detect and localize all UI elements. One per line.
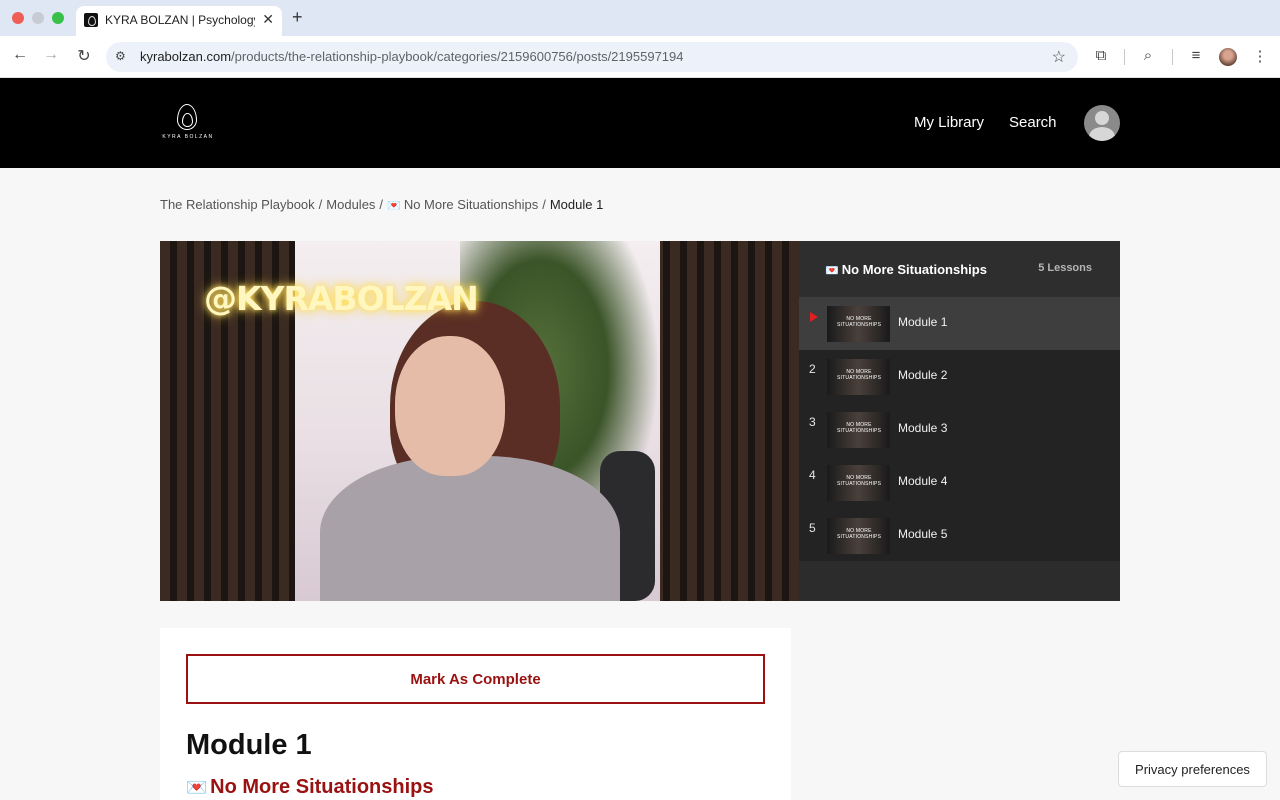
breadcrumb-separator: / (542, 197, 546, 212)
window-close-button[interactable] (12, 12, 24, 24)
tab-search-icon[interactable]: ⌕ (1138, 47, 1158, 64)
reload-icon[interactable]: ↻ (74, 46, 94, 66)
breadcrumb-separator: / (379, 197, 384, 212)
new-tab-button[interactable]: + (292, 7, 303, 28)
now-playing-icon (810, 312, 818, 322)
playlist-item-module-2[interactable]: 2 NO MORE SITUATIONSHIPS Module 2 (799, 350, 1120, 403)
lesson-label: Module 2 (898, 368, 948, 382)
love-letter-icon: 💌 (387, 200, 401, 212)
lesson-label: Module 1 (898, 315, 948, 329)
url-text[interactable]: kyrabolzan.com/products/the-relationship… (140, 49, 683, 64)
site-info-icon[interactable]: ⚙ (115, 49, 131, 65)
lesson-number: 2 (809, 362, 816, 376)
window-maximize-button[interactable] (52, 12, 64, 24)
breadcrumb-item-modules[interactable]: Modules (326, 197, 375, 212)
mark-complete-button[interactable]: Mark As Complete (186, 654, 765, 704)
toolbar-divider (1172, 49, 1173, 65)
forward-arrow-icon[interactable]: → (41, 46, 61, 64)
logo-text: KYRA BOLZAN (162, 134, 214, 140)
site-favicon-icon (84, 13, 98, 27)
video-player[interactable]: @KYRABOLZAN (160, 241, 799, 601)
lesson-label: Module 5 (898, 527, 948, 541)
lesson-thumbnail: NO MORE SITUATIONSHIPS (827, 306, 890, 342)
breadcrumb-item-playbook[interactable]: The Relationship Playbook (160, 197, 315, 212)
playlist-footer (799, 561, 1120, 601)
playlist-item-module-3[interactable]: 3 NO MORE SITUATIONSHIPS Module 3 (799, 403, 1120, 456)
extensions-puzzle-icon[interactable]: ⧉ (1091, 47, 1111, 64)
lesson-playlist: 💌 No More Situationships 5 Lessons NO MOR… (799, 241, 1120, 601)
nav-my-library[interactable]: My Library (914, 114, 984, 131)
breadcrumb-separator: / (318, 197, 323, 212)
browser-profile-avatar[interactable] (1219, 48, 1237, 66)
lesson-number: 3 (809, 415, 816, 429)
browser-tab-active[interactable]: KYRA BOLZAN | Psychology & ✕ (76, 6, 282, 36)
playlist-item-module-4[interactable]: 4 NO MORE SITUATIONSHIPS Module 4 (799, 456, 1120, 509)
lesson-thumbnail: NO MORE SITUATIONSHIPS (827, 359, 890, 395)
module-subtitle: 💌 No More Situationships (186, 776, 434, 798)
video-person-body (320, 456, 620, 601)
back-arrow-icon[interactable]: ← (10, 46, 30, 64)
breadcrumb: The Relationship Playbook / Modules / 💌 No Mo… (160, 197, 603, 212)
browser-menu-icon[interactable]: ⋮ (1250, 47, 1270, 65)
lesson-thumbnail: NO MORE SITUATIONSHIPS (827, 465, 890, 501)
privacy-preferences-button[interactable]: Privacy preferences (1118, 751, 1267, 787)
breadcrumb-item-situationships[interactable]: No More Situationships (404, 197, 538, 212)
tab-title: KYRA BOLZAN | Psychology & (105, 13, 255, 27)
lesson-number: 4 (809, 468, 816, 482)
browser-toolbar: ← → ↻ ⚙ kyrabolzan.com/products/the-rela… (0, 36, 1280, 78)
media-controls-icon[interactable]: ≡ (1186, 47, 1206, 64)
page-title: Module 1 (186, 729, 312, 761)
playlist-header: 💌 No More Situationships 5 Lessons (799, 241, 1120, 297)
logo-drop-icon (177, 104, 197, 130)
lesson-count: 5 Lessons (1038, 262, 1092, 274)
browser-tabstrip: KYRA BOLZAN | Psychology & ✕ + (0, 0, 1280, 36)
user-avatar[interactable] (1084, 105, 1120, 141)
window-minimize-button[interactable] (32, 12, 44, 24)
video-neon-sign: @KYRABOLZAN (204, 279, 479, 318)
playlist-item-module-5[interactable]: 5 NO MORE SITUATIONSHIPS Module 5 (799, 509, 1120, 562)
bookmark-star-icon[interactable]: ☆ (1052, 47, 1066, 67)
toolbar-divider (1124, 49, 1125, 65)
nav-search[interactable]: Search (1009, 114, 1057, 131)
video-person-face (395, 336, 505, 476)
lesson-label: Module 4 (898, 474, 948, 488)
lesson-thumbnail: NO MORE SITUATIONSHIPS (827, 412, 890, 448)
tab-close-icon[interactable]: ✕ (262, 11, 274, 28)
site-header: KYRA BOLZAN My Library Search (0, 78, 1280, 168)
love-letter-icon: 💌 (825, 265, 839, 277)
lesson-number: 5 (809, 521, 816, 535)
site-logo[interactable]: KYRA BOLZAN (160, 104, 216, 144)
lesson-label: Module 3 (898, 421, 948, 435)
lesson-content-card: Mark As Complete Module 1 💌 No More Situa… (160, 628, 791, 800)
playlist-item-module-1[interactable]: NO MORE SITUATIONSHIPS Module 1 (799, 297, 1120, 350)
address-bar[interactable]: ⚙ kyrabolzan.com/products/the-relationsh… (106, 42, 1078, 72)
lesson-thumbnail: NO MORE SITUATIONSHIPS (827, 518, 890, 554)
playlist-title: 💌 No More Situationships (825, 262, 987, 277)
breadcrumb-current: Module 1 (549, 197, 604, 212)
love-letter-icon: 💌 (186, 778, 208, 797)
